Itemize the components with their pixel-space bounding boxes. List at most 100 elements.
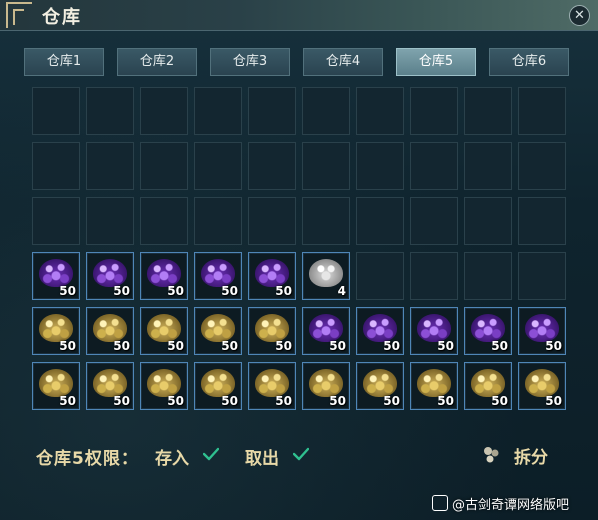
inventory-slot-item[interactable]: 50 — [302, 307, 350, 355]
inventory-slot-empty[interactable] — [32, 142, 80, 190]
inventory-slot-empty[interactable] — [140, 197, 188, 245]
gold-gem-pile-icon — [255, 369, 289, 397]
inventory-slot-item[interactable]: 50 — [86, 252, 134, 300]
warehouse-window: 仓库 ✕ 仓库1 仓库2 仓库3 仓库4 仓库5 仓库6 50 50 50 50 50 4… — [0, 0, 598, 520]
inventory-slot-empty[interactable] — [32, 197, 80, 245]
title-bar[interactable]: 仓库 ✕ — [0, 0, 598, 31]
item-quantity: 50 — [275, 284, 292, 298]
inventory-slot-item[interactable]: 50 — [410, 362, 458, 410]
inventory-slot-item[interactable]: 50 — [356, 307, 404, 355]
inventory-slot-empty[interactable] — [248, 142, 296, 190]
inventory-slot-empty[interactable] — [140, 87, 188, 135]
inventory-slot-item[interactable]: 50 — [518, 307, 566, 355]
gold-gem-pile-icon — [147, 369, 181, 397]
inventory-slot-item[interactable]: 50 — [86, 362, 134, 410]
item-quantity: 50 — [491, 339, 508, 353]
inventory-slot-empty[interactable] — [194, 87, 242, 135]
inventory-slot-empty[interactable] — [302, 197, 350, 245]
inventory-slot-empty[interactable] — [410, 87, 458, 135]
item-quantity: 50 — [275, 394, 292, 408]
inventory-slot-empty[interactable] — [32, 87, 80, 135]
weibo-icon — [432, 495, 448, 511]
split-icon[interactable] — [480, 444, 502, 466]
inventory-slot-item[interactable]: 50 — [140, 307, 188, 355]
inventory-slot-item[interactable]: 50 — [32, 252, 80, 300]
inventory-slot-item[interactable]: 4 — [302, 252, 350, 300]
purple-gem-pile-icon — [471, 314, 505, 342]
inventory-slot-empty[interactable] — [518, 87, 566, 135]
gold-gem-pile-icon — [39, 369, 73, 397]
gold-gem-pile-icon — [417, 369, 451, 397]
tab-warehouse-2[interactable]: 仓库2 — [117, 48, 197, 76]
inventory-slot-empty[interactable] — [248, 87, 296, 135]
item-quantity: 50 — [437, 339, 454, 353]
inventory-slot-item[interactable]: 50 — [464, 307, 512, 355]
tab-warehouse-4[interactable]: 仓库4 — [303, 48, 383, 76]
tab-warehouse-1[interactable]: 仓库1 — [24, 48, 104, 76]
inventory-slot-item[interactable]: 50 — [194, 252, 242, 300]
inventory-slot-item[interactable]: 50 — [140, 252, 188, 300]
window-emblem-icon — [6, 2, 32, 28]
gold-gem-pile-icon — [363, 369, 397, 397]
inventory-slot-item[interactable]: 50 — [302, 362, 350, 410]
withdraw-check-icon — [293, 447, 309, 461]
inventory-slot-empty[interactable] — [248, 197, 296, 245]
inventory-slot-item[interactable]: 50 — [464, 362, 512, 410]
purple-gem-pile-icon — [417, 314, 451, 342]
inventory-slot-item[interactable]: 50 — [194, 362, 242, 410]
item-quantity: 50 — [59, 284, 76, 298]
inventory-slot-empty[interactable] — [86, 87, 134, 135]
inventory-slot-item[interactable]: 50 — [86, 307, 134, 355]
inventory-slot-empty[interactable] — [194, 142, 242, 190]
inventory-slot-empty[interactable] — [464, 197, 512, 245]
inventory-slot-item[interactable]: 50 — [32, 307, 80, 355]
deposit-permission-label: 存入 — [155, 449, 189, 469]
inventory-slot-empty[interactable] — [86, 197, 134, 245]
inventory-slot-empty[interactable] — [356, 87, 404, 135]
inventory-slot-item[interactable]: 50 — [518, 362, 566, 410]
tab-warehouse-6[interactable]: 仓库6 — [489, 48, 569, 76]
item-quantity: 50 — [113, 284, 130, 298]
gold-gem-pile-icon — [255, 314, 289, 342]
inventory-slot-empty[interactable] — [302, 87, 350, 135]
inventory-slot-item[interactable]: 50 — [248, 252, 296, 300]
inventory-slot-empty[interactable] — [356, 142, 404, 190]
split-button[interactable]: 拆分 — [514, 443, 548, 468]
purple-gem-pile-icon — [255, 259, 289, 287]
inventory-slot-item[interactable]: 50 — [140, 362, 188, 410]
item-quantity: 50 — [167, 394, 184, 408]
tab-warehouse-3[interactable]: 仓库3 — [210, 48, 290, 76]
inventory-slot-item[interactable]: 50 — [194, 307, 242, 355]
inventory-slot-empty[interactable] — [518, 252, 566, 300]
item-quantity: 50 — [167, 339, 184, 353]
inventory-slot-item[interactable]: 50 — [248, 362, 296, 410]
inventory-slot-empty[interactable] — [140, 142, 188, 190]
inventory-slot-item[interactable]: 50 — [248, 307, 296, 355]
inventory-slot-empty[interactable] — [356, 252, 404, 300]
inventory-slot-empty[interactable] — [356, 197, 404, 245]
tab-warehouse-5[interactable]: 仓库5 — [396, 48, 476, 76]
gold-gem-pile-icon — [309, 369, 343, 397]
inventory-slot-item[interactable]: 50 — [32, 362, 80, 410]
gold-gem-pile-icon — [93, 314, 127, 342]
inventory-slot-item[interactable]: 50 — [356, 362, 404, 410]
inventory-slot-empty[interactable] — [464, 252, 512, 300]
watermark: @古剑奇谭网络版吧 — [432, 494, 569, 513]
purple-gem-pile-icon — [39, 259, 73, 287]
gold-gem-pile-icon — [93, 369, 127, 397]
item-quantity: 50 — [221, 339, 238, 353]
item-quantity: 50 — [113, 339, 130, 353]
inventory-slot-empty[interactable] — [464, 142, 512, 190]
inventory-slot-empty[interactable] — [410, 142, 458, 190]
inventory-slot-empty[interactable] — [194, 197, 242, 245]
inventory-slot-empty[interactable] — [518, 197, 566, 245]
inventory-slot-empty[interactable] — [410, 197, 458, 245]
inventory-slot-item[interactable]: 50 — [410, 307, 458, 355]
inventory-slot-empty[interactable] — [302, 142, 350, 190]
inventory-slot-empty[interactable] — [410, 252, 458, 300]
close-button[interactable]: ✕ — [569, 5, 590, 26]
inventory-slot-empty[interactable] — [518, 142, 566, 190]
inventory-slot-empty[interactable] — [464, 87, 512, 135]
inventory-slot-empty[interactable] — [86, 142, 134, 190]
item-quantity: 50 — [383, 394, 400, 408]
